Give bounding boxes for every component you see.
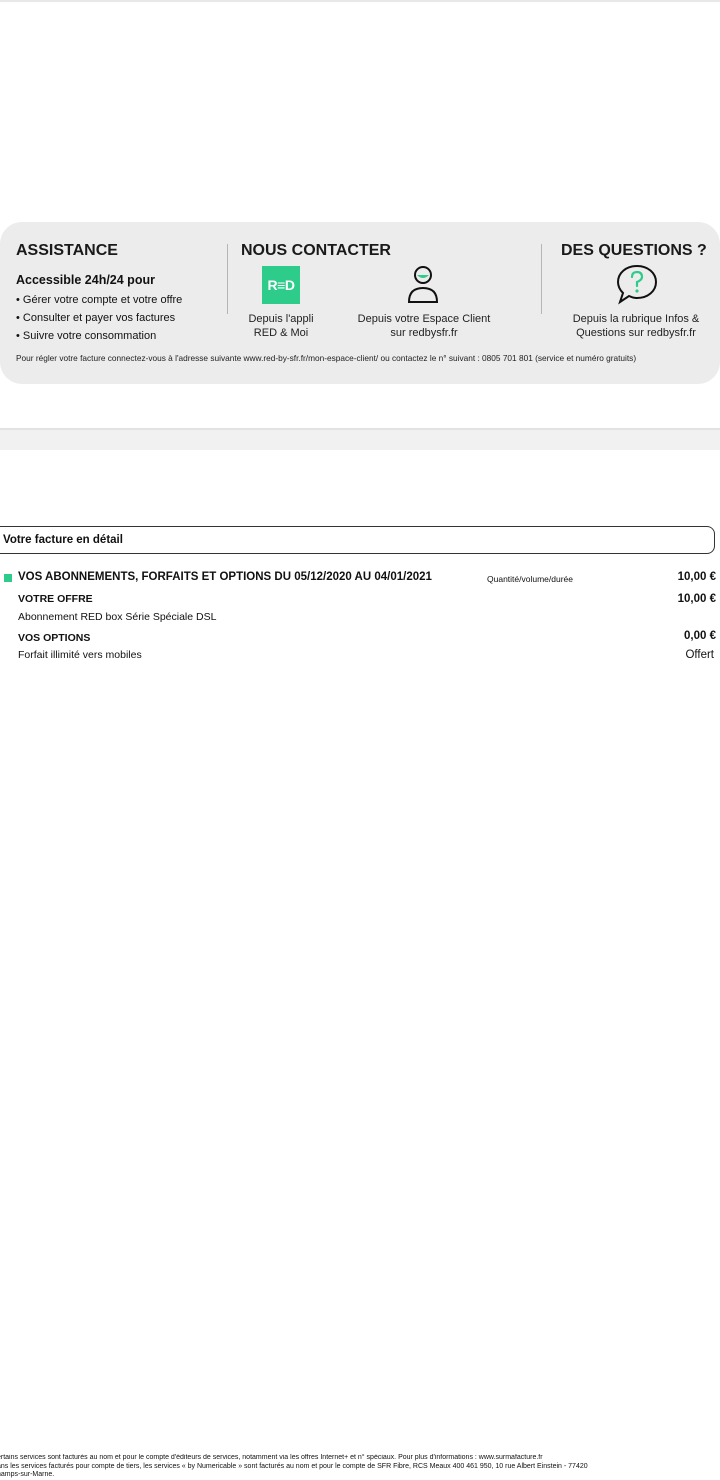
options-amount: 0,00 € [684,630,716,642]
contact-title: NOUS CONTACTER [241,242,391,259]
footer-line: ans les services facturés pour compte de… [0,1462,588,1470]
invoice-page: ASSISTANCE Accessible 24h/24 pour Gérer … [0,0,720,1480]
legal-footer: ertains services sont facturés au nom et… [0,1454,720,1480]
detail-title: Votre facture en détail [3,534,123,546]
assistance-list: Gérer votre compte et votre offre Consul… [16,291,182,345]
assistance-title: ASSISTANCE [16,242,118,259]
offer-item: Abonnement RED box Série Spéciale DSL [18,611,217,623]
client-area-caption: Depuis votre Espace Client sur redbysfr.… [357,313,491,339]
app-caption: Depuis l'appli RED & Moi [248,313,314,339]
payment-footnote: Pour régler votre facture connectez-vous… [16,353,637,363]
column-divider [227,244,228,314]
options-item: Forfait illimité vers mobiles [18,649,142,661]
offer-title: VOTRE OFFRE [18,593,93,605]
questions-title: DES QUESTIONS ? [561,242,707,259]
section-marker [4,574,12,582]
questions-caption: Depuis la rubrique Infos & Questions sur… [572,313,700,339]
section-band [0,428,720,450]
assistance-item: Consulter et payer vos factures [16,309,182,327]
section-amount: 10,00 € [677,571,716,583]
footer-line: ertains services sont facturés au nom et… [0,1454,543,1461]
footer-line: hamps-sur-Marne. [0,1471,55,1478]
column-divider [541,244,542,314]
top-divider [0,0,720,2]
quantity-column-label: Quantité/volume/durée [487,574,573,584]
options-item-value: Offert [685,649,714,661]
user-icon[interactable] [404,262,442,311]
red-app-icon[interactable]: R≡D [262,266,300,304]
offer-amount: 10,00 € [677,593,716,605]
question-bubble-icon[interactable] [615,263,659,310]
assistance-subtitle: Accessible 24h/24 pour [16,273,155,287]
assistance-item: Gérer votre compte et votre offre [16,291,182,309]
options-title: VOS OPTIONS [18,632,91,644]
assistance-item: Suivre votre consommation [16,327,182,345]
subscription-section-title: VOS ABONNEMENTS, FORFAITS ET OPTIONS DU … [18,571,432,583]
